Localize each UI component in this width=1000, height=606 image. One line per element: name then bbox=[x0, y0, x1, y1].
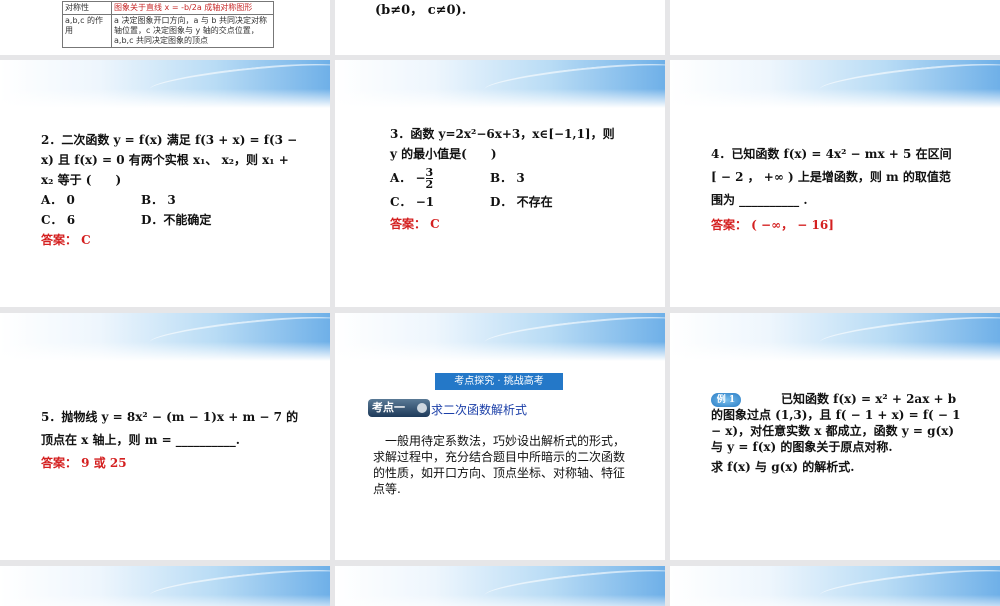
question-5: 5．抛物线 y = 8x² − (m − 1)x + m − 7 的顶点在 x … bbox=[41, 406, 326, 475]
header-band bbox=[670, 566, 1000, 606]
question-4: 4．已知函数 f(x) = 4x² − mx + 5 在区间[ − 2 ， +∞… bbox=[711, 143, 996, 237]
question-2: 2．二次函数 y = f(x) 满足 f(3 + x) = f(3 − x) 且 … bbox=[41, 130, 321, 250]
answer: 答案： ( −∞， − 16] bbox=[711, 218, 834, 232]
header-band bbox=[335, 313, 665, 361]
answer: 答案： C bbox=[390, 217, 440, 231]
topic-title: 求二次函数解析式 bbox=[431, 403, 528, 417]
example-1: 例 1 已知函数 f(x) = x² + 2ax + b 的图象过点 (1,3)，… bbox=[711, 392, 961, 474]
slide-thumbnail-3[interactable] bbox=[670, 0, 1000, 55]
section-header: 考点探究 · 挑战高考 bbox=[435, 373, 563, 390]
slide-thumbnail-q5[interactable]: 5．抛物线 y = 8x² − (m − 1)x + m − 7 的顶点在 x … bbox=[0, 313, 330, 560]
header-band bbox=[335, 566, 665, 606]
slide-thumbnail-next-3[interactable] bbox=[670, 566, 1000, 606]
slide-thumbnail-q3[interactable]: 3．函数 y=2x²−6x+3，x∈[−1,1]，则 y 的最小值是( ) A． … bbox=[335, 60, 665, 307]
slide-thumbnail-topic[interactable]: 考点探究 · 挑战高考 考点一 求二次函数解析式 一般用待定系数法，巧妙设出解析… bbox=[335, 313, 665, 560]
header-band bbox=[0, 60, 330, 108]
question-3: 3．函数 y=2x²−6x+3，x∈[−1,1]，则 y 的最小值是( ) A． … bbox=[390, 124, 660, 234]
topic-body: 一般用待定系数法，巧妙设出解析式的形式，求解过程中，充分结合题目中所暗示的二次函… bbox=[373, 434, 626, 496]
slide-thumbnail-1[interactable]: 对称性 图象关于直线 x = -b/2a 成轴对称图形 a,b,c 的作用 a 决定… bbox=[0, 0, 330, 55]
table-value: 图象关于直线 x = -b/2a 成轴对称图形 bbox=[114, 3, 253, 12]
slide-thumbnail-2[interactable]: (b≠0， c≠0). bbox=[335, 0, 665, 55]
topic-badge: 考点一 bbox=[368, 399, 430, 417]
slide-thumbnail-q2[interactable]: 2．二次函数 y = f(x) 满足 f(3 + x) = f(3 − x) 且 … bbox=[0, 60, 330, 307]
slide-thumbnail-example[interactable]: 例 1 已知函数 f(x) = x² + 2ax + b 的图象过点 (1,3)，… bbox=[670, 313, 1000, 560]
slide-thumbnail-q4[interactable]: 4．已知函数 f(x) = 4x² − mx + 5 在区间[ − 2 ， +∞… bbox=[670, 60, 1000, 307]
header-band bbox=[335, 60, 665, 108]
answer: 答案： C bbox=[41, 233, 91, 247]
table-label: a,b,c 的作用 bbox=[63, 15, 112, 47]
header-band bbox=[670, 60, 1000, 108]
condition-text: (b≠0， c≠0). bbox=[375, 3, 467, 18]
header-band bbox=[0, 313, 330, 361]
answer: 答案： 9 或 25 bbox=[41, 456, 127, 470]
header-band bbox=[0, 566, 330, 606]
properties-table: 对称性 图象关于直线 x = -b/2a 成轴对称图形 a,b,c 的作用 a 决定… bbox=[62, 1, 274, 48]
table-value: a 决定图象开口方向，a 与 b 共同决定对称轴位置，c 决定图象与 y 轴的交… bbox=[114, 16, 268, 45]
ball-icon bbox=[417, 403, 427, 413]
example-badge: 例 1 bbox=[711, 392, 741, 407]
slide-thumbnail-next-2[interactable] bbox=[335, 566, 665, 606]
table-label: 对称性 bbox=[63, 2, 112, 14]
slide-thumbnail-next-1[interactable] bbox=[0, 566, 330, 606]
header-band bbox=[670, 313, 1000, 361]
